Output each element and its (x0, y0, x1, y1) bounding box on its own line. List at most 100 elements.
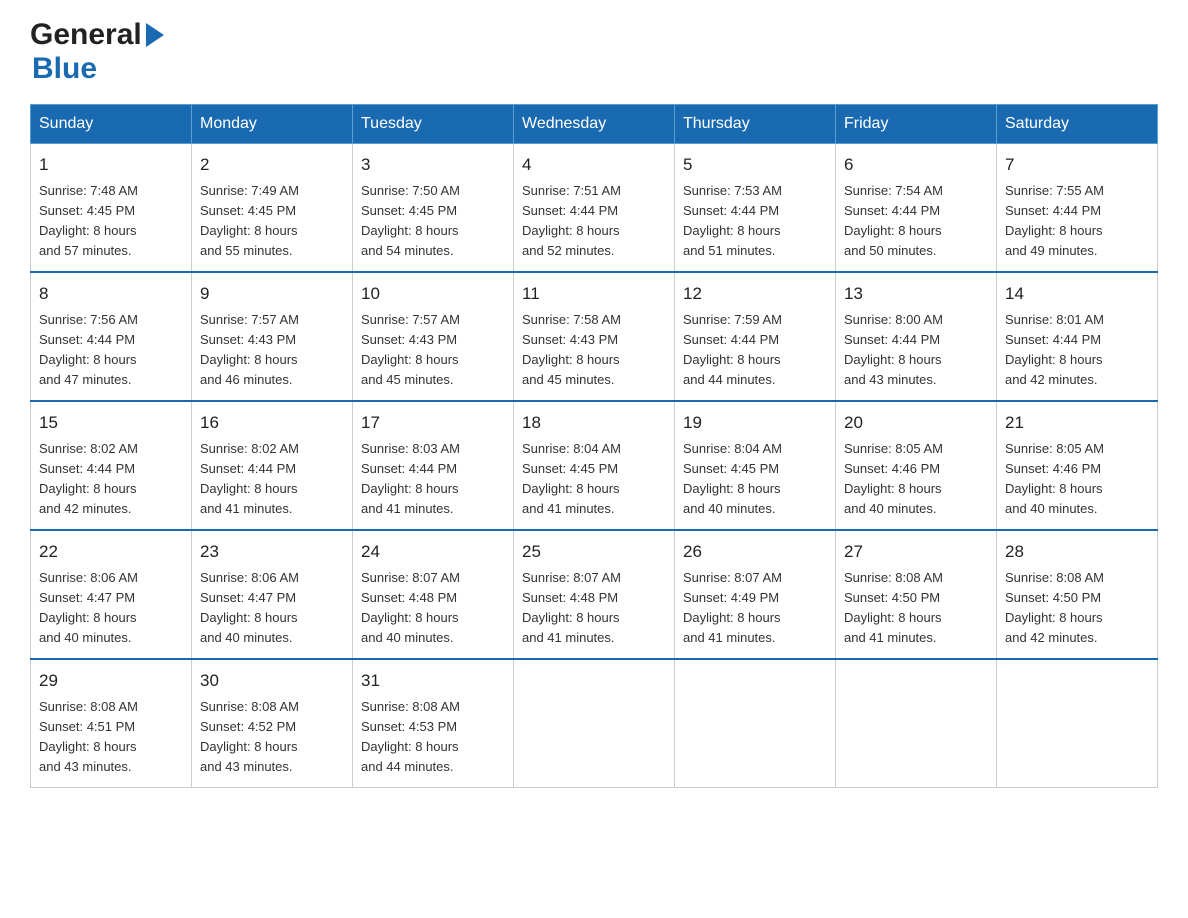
weekday-header-sunday: Sunday (31, 105, 192, 144)
day-number: 19 (683, 410, 827, 436)
day-number: 16 (200, 410, 344, 436)
calendar-cell: 12 Sunrise: 7:59 AMSunset: 4:44 PMDayligh… (675, 272, 836, 401)
day-number: 20 (844, 410, 988, 436)
day-number: 30 (200, 668, 344, 694)
calendar-cell: 1 Sunrise: 7:48 AMSunset: 4:45 PMDaylight… (31, 144, 192, 273)
calendar-cell (836, 659, 997, 788)
calendar-week-5: 29Sunrise: 8:08 AMSunset: 4:51 PMDayligh… (31, 659, 1158, 788)
day-number: 15 (39, 410, 183, 436)
day-info: Sunrise: 8:05 AMSunset: 4:46 PMDaylight:… (844, 439, 988, 520)
calendar-cell: 8Sunrise: 7:56 AMSunset: 4:44 PMDaylight… (31, 272, 192, 401)
calendar-cell: 7Sunrise: 7:55 AMSunset: 4:44 PMDaylight… (997, 144, 1158, 273)
calendar-cell: 30Sunrise: 8:08 AMSunset: 4:52 PMDayligh… (192, 659, 353, 788)
day-info: Sunrise: 8:05 AMSunset: 4:46 PMDaylight:… (1005, 439, 1149, 520)
day-info: Sunrise: 7:51 AMSunset: 4:44 PMDaylight:… (522, 181, 666, 262)
day-number: 6 (844, 152, 988, 178)
weekday-header-monday: Monday (192, 105, 353, 144)
day-number: 23 (200, 539, 344, 565)
day-info: Sunrise: 8:08 AMSunset: 4:53 PMDaylight:… (361, 697, 505, 778)
day-number: 21 (1005, 410, 1149, 436)
day-number: 3 (361, 152, 505, 178)
day-info: Sunrise: 7:55 AMSunset: 4:44 PMDaylight:… (1005, 181, 1149, 262)
day-number: 2 (200, 152, 344, 178)
day-number: 4 (522, 152, 666, 178)
day-info: Sunrise: 7:48 AMSunset: 4:45 PMDaylight:… (39, 181, 183, 262)
calendar-cell: 18Sunrise: 8:04 AMSunset: 4:45 PMDayligh… (514, 401, 675, 530)
day-number: 26 (683, 539, 827, 565)
calendar-cell (514, 659, 675, 788)
weekday-header-thursday: Thursday (675, 105, 836, 144)
calendar-cell: 20 Sunrise: 8:05 AMSunset: 4:46 PMDayligh… (836, 401, 997, 530)
calendar-cell: 10 Sunrise: 7:57 AMSunset: 4:43 PMDayligh… (353, 272, 514, 401)
day-info: Sunrise: 7:58 AMSunset: 4:43 PMDaylight:… (522, 310, 666, 391)
logo-general-text: General (30, 20, 142, 50)
day-info: Sunrise: 7:50 AMSunset: 4:45 PMDaylight:… (361, 181, 505, 262)
day-number: 18 (522, 410, 666, 436)
day-info: Sunrise: 8:02 AMSunset: 4:44 PMDaylight:… (200, 439, 344, 520)
calendar-cell: 19 Sunrise: 8:04 AMSunset: 4:45 PMDayligh… (675, 401, 836, 530)
page-header: General Blue (30, 20, 1158, 86)
weekday-header-saturday: Saturday (997, 105, 1158, 144)
day-info: Sunrise: 7:49 AMSunset: 4:45 PMDaylight:… (200, 181, 344, 262)
calendar-cell: 29Sunrise: 8:08 AMSunset: 4:51 PMDayligh… (31, 659, 192, 788)
weekday-header-wednesday: Wednesday (514, 105, 675, 144)
day-info: Sunrise: 8:07 AMSunset: 4:49 PMDaylight:… (683, 568, 827, 649)
day-info: Sunrise: 8:08 AMSunset: 4:50 PMDaylight:… (1005, 568, 1149, 649)
day-number: 27 (844, 539, 988, 565)
day-number: 17 (361, 410, 505, 436)
calendar-cell: 23 Sunrise: 8:06 AMSunset: 4:47 PMDayligh… (192, 530, 353, 659)
day-info: Sunrise: 8:06 AMSunset: 4:47 PMDaylight:… (39, 568, 183, 649)
day-info: Sunrise: 8:02 AMSunset: 4:44 PMDaylight:… (39, 439, 183, 520)
calendar-table: SundayMondayTuesdayWednesdayThursdayFrid… (30, 104, 1158, 788)
day-number: 31 (361, 668, 505, 694)
day-number: 11 (522, 281, 666, 307)
weekday-header-row: SundayMondayTuesdayWednesdayThursdayFrid… (31, 105, 1158, 144)
day-number: 25 (522, 539, 666, 565)
calendar-cell: 21 Sunrise: 8:05 AMSunset: 4:46 PMDayligh… (997, 401, 1158, 530)
calendar-cell: 14 Sunrise: 8:01 AMSunset: 4:44 PMDayligh… (997, 272, 1158, 401)
calendar-cell (675, 659, 836, 788)
calendar-cell: 16 Sunrise: 8:02 AMSunset: 4:44 PMDayligh… (192, 401, 353, 530)
day-info: Sunrise: 8:03 AMSunset: 4:44 PMDaylight:… (361, 439, 505, 520)
day-info: Sunrise: 7:57 AMSunset: 4:43 PMDaylight:… (361, 310, 505, 391)
calendar-cell (997, 659, 1158, 788)
day-info: Sunrise: 8:07 AMSunset: 4:48 PMDaylight:… (522, 568, 666, 649)
calendar-week-4: 22 Sunrise: 8:06 AMSunset: 4:47 PMDayligh… (31, 530, 1158, 659)
calendar-cell: 5Sunrise: 7:53 AMSunset: 4:44 PMDaylight… (675, 144, 836, 273)
logo-triangle-icon (146, 23, 164, 47)
calendar-cell: 4 Sunrise: 7:51 AMSunset: 4:44 PMDaylight… (514, 144, 675, 273)
day-number: 28 (1005, 539, 1149, 565)
logo-blue-text: Blue (32, 52, 97, 86)
calendar-cell: 25 Sunrise: 8:07 AMSunset: 4:48 PMDayligh… (514, 530, 675, 659)
day-info: Sunrise: 8:01 AMSunset: 4:44 PMDaylight:… (1005, 310, 1149, 391)
day-number: 14 (1005, 281, 1149, 307)
day-info: Sunrise: 8:06 AMSunset: 4:47 PMDaylight:… (200, 568, 344, 649)
calendar-cell: 15 Sunrise: 8:02 AMSunset: 4:44 PMDayligh… (31, 401, 192, 530)
calendar-cell: 2 Sunrise: 7:49 AMSunset: 4:45 PMDaylight… (192, 144, 353, 273)
logo: General Blue (30, 20, 166, 86)
calendar-week-3: 15 Sunrise: 8:02 AMSunset: 4:44 PMDayligh… (31, 401, 1158, 530)
calendar-cell: 31 Sunrise: 8:08 AMSunset: 4:53 PMDayligh… (353, 659, 514, 788)
day-number: 22 (39, 539, 183, 565)
calendar-cell: 28 Sunrise: 8:08 AMSunset: 4:50 PMDayligh… (997, 530, 1158, 659)
weekday-header-tuesday: Tuesday (353, 105, 514, 144)
day-number: 12 (683, 281, 827, 307)
calendar-cell: 13Sunrise: 8:00 AMSunset: 4:44 PMDayligh… (836, 272, 997, 401)
day-info: Sunrise: 8:04 AMSunset: 4:45 PMDaylight:… (683, 439, 827, 520)
day-info: Sunrise: 8:08 AMSunset: 4:50 PMDaylight:… (844, 568, 988, 649)
calendar-cell: 9Sunrise: 7:57 AMSunset: 4:43 PMDaylight… (192, 272, 353, 401)
day-info: Sunrise: 8:00 AMSunset: 4:44 PMDaylight:… (844, 310, 988, 391)
calendar-cell: 27 Sunrise: 8:08 AMSunset: 4:50 PMDayligh… (836, 530, 997, 659)
weekday-header-friday: Friday (836, 105, 997, 144)
day-number: 10 (361, 281, 505, 307)
day-number: 29 (39, 668, 183, 694)
day-info: Sunrise: 8:07 AMSunset: 4:48 PMDaylight:… (361, 568, 505, 649)
calendar-cell: 3 Sunrise: 7:50 AMSunset: 4:45 PMDaylight… (353, 144, 514, 273)
day-info: Sunrise: 7:54 AMSunset: 4:44 PMDaylight:… (844, 181, 988, 262)
day-info: Sunrise: 7:59 AMSunset: 4:44 PMDaylight:… (683, 310, 827, 391)
day-number: 1 (39, 152, 183, 178)
day-number: 5 (683, 152, 827, 178)
day-info: Sunrise: 7:57 AMSunset: 4:43 PMDaylight:… (200, 310, 344, 391)
calendar-cell: 6 Sunrise: 7:54 AMSunset: 4:44 PMDaylight… (836, 144, 997, 273)
calendar-cell: 24Sunrise: 8:07 AMSunset: 4:48 PMDayligh… (353, 530, 514, 659)
